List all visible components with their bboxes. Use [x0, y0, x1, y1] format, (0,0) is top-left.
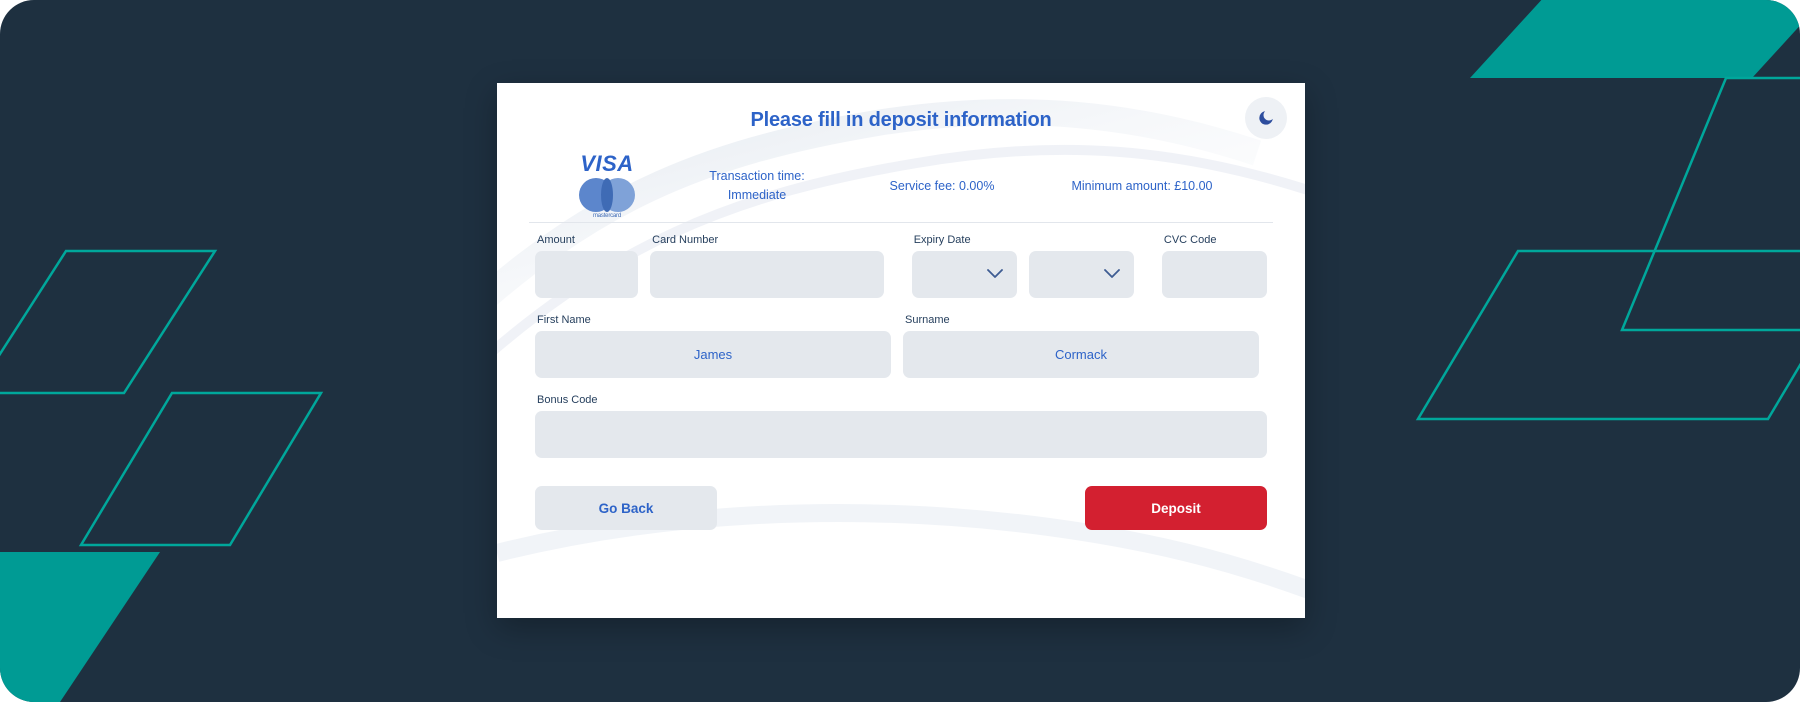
- deco-outline-parallelogram-left-bottom: [78, 391, 324, 547]
- payment-info-row: VISA mastercard Transaction time: Immedi…: [535, 150, 1267, 222]
- field-cvc-code: CVC Code: [1161, 234, 1267, 298]
- label-surname: Surname: [905, 314, 950, 326]
- moon-icon: [1259, 111, 1273, 125]
- label-bonus-code: Bonus Code: [537, 394, 598, 406]
- field-surname: Surname: [903, 314, 1259, 378]
- field-expiry-month: Expiry Date: [911, 234, 1017, 298]
- deco-outline-parallelogram-right-top: [1620, 76, 1800, 332]
- deposit-button[interactable]: Deposit: [1085, 486, 1267, 530]
- deco-outline-parallelogram-left-top: [0, 249, 218, 395]
- go-back-button[interactable]: Go Back: [535, 486, 717, 530]
- action-buttons: Go Back Deposit: [535, 486, 1267, 530]
- form-row-bonus: Bonus Code: [535, 394, 1267, 458]
- expiry-month-select[interactable]: [911, 251, 1017, 298]
- field-first-name: First Name: [535, 314, 891, 378]
- page-title: Please fill in deposit information: [750, 109, 1052, 131]
- label-expiry-date: Expiry Date: [913, 234, 971, 246]
- bonus-code-input[interactable]: [535, 411, 1267, 458]
- app-background: Please fill in deposit information VISA …: [0, 0, 1800, 702]
- form-row-card-details: Amount Card Number Expiry Date CVC Code: [535, 234, 1267, 298]
- deco-outline-group-left: [0, 249, 324, 547]
- label-cvc-code: CVC Code: [1163, 234, 1217, 246]
- field-bonus-code: Bonus Code: [535, 394, 1267, 458]
- deposit-panel: Please fill in deposit information VISA …: [497, 83, 1305, 618]
- expiry-year-select[interactable]: [1028, 251, 1134, 298]
- minimum-amount-info: Minimum amount: £10.00: [1071, 178, 1213, 193]
- card-brand-logos: VISA mastercard: [547, 153, 667, 219]
- deco-solid-parallelogram-right: [1470, 0, 1800, 78]
- transaction-time-label: Transaction time:: [709, 169, 805, 184]
- form-divider: [529, 222, 1273, 223]
- label-card-number: Card Number: [652, 234, 719, 246]
- field-card-number: Card Number: [650, 234, 884, 298]
- transaction-time-info: Transaction time: Immediate: [667, 167, 847, 205]
- label-first-name: First Name: [537, 314, 591, 326]
- expiry-year-select-wrapper[interactable]: [1028, 251, 1134, 298]
- deco-solid-parallelogram-left: [0, 552, 160, 702]
- deco-outline-group-right: [1415, 76, 1800, 421]
- label-amount: Amount: [537, 234, 575, 246]
- card-number-input[interactable]: [650, 251, 884, 298]
- deco-outline-parallelogram-right-bottom: [1415, 249, 1800, 421]
- label-expiry-year: [1029, 234, 1134, 246]
- form-row-name: First Name Surname: [535, 314, 1267, 378]
- first-name-input[interactable]: [535, 331, 891, 378]
- mastercard-wordmark: mastercard: [592, 213, 621, 219]
- service-fee-info: Service fee: 0.00%: [889, 178, 995, 193]
- dark-mode-toggle-button[interactable]: [1245, 97, 1287, 139]
- amount-input[interactable]: [535, 251, 639, 298]
- mastercard-logo: [579, 178, 635, 212]
- mastercard-overlap: [601, 178, 613, 212]
- visa-logo: VISA: [580, 151, 634, 176]
- transaction-time-value: Immediate: [727, 188, 787, 202]
- surname-input[interactable]: [903, 331, 1259, 378]
- field-expiry-year: [1028, 234, 1134, 298]
- cvc-code-input[interactable]: [1161, 251, 1267, 298]
- expiry-month-select-wrapper[interactable]: [911, 251, 1017, 298]
- field-amount: Amount: [535, 234, 639, 298]
